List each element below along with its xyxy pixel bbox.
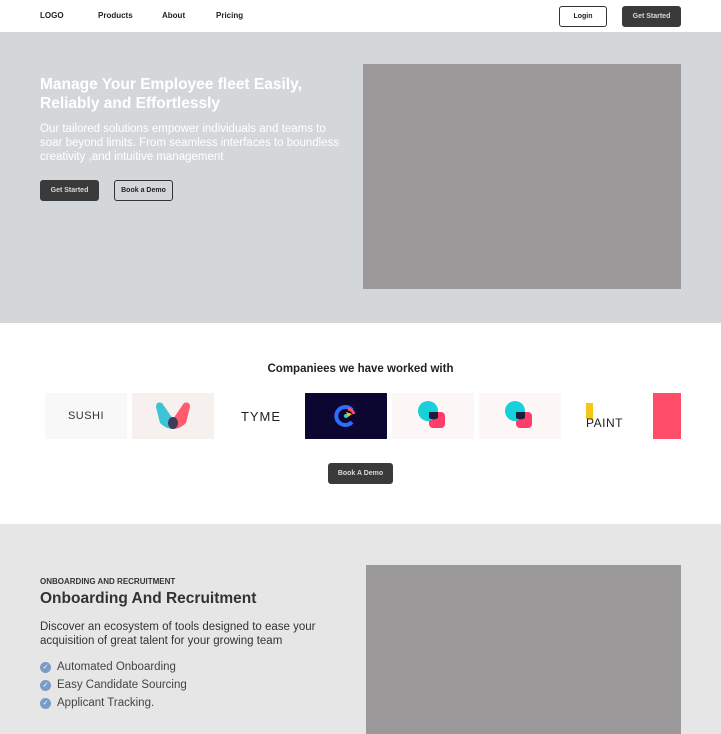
get-started-nav-button[interactable]: Get Started — [622, 6, 681, 27]
company-logo-sushi: SUSHI — [45, 393, 127, 439]
hero-subtitle: Our tailored solutions empower individua… — [40, 123, 340, 163]
check-icon: ✓ — [40, 697, 51, 709]
company-logo-m — [132, 393, 214, 439]
onboarding-image-placeholder — [366, 565, 681, 734]
company-logo-partial — [653, 393, 681, 439]
hero-image-placeholder — [363, 64, 681, 289]
m-logo-icon — [156, 402, 190, 429]
feature-label: Applicant Tracking. — [57, 697, 155, 709]
c-logo-icon — [334, 405, 356, 427]
company-logo-b-2 — [479, 393, 561, 439]
company-logo-paint: PAINT — [566, 393, 648, 439]
section-title: Onboarding And Recruitment — [40, 590, 257, 607]
nav-link-products[interactable]: Products — [98, 11, 133, 20]
hero-title: Manage Your Employee fleet Easily, Relia… — [40, 76, 302, 112]
check-icon: ✓ — [40, 661, 51, 673]
feature-label: Automated Onboarding — [57, 661, 176, 673]
onboarding-section: ONBOARDING AND RECRUITMENT Onboarding An… — [0, 524, 721, 734]
book-demo-hero-button[interactable]: Book a Demo — [114, 180, 173, 201]
top-navbar: LOGO Products About Pricing Login Get St… — [0, 0, 721, 32]
section-description: Discover an ecosystem of tools designed … — [40, 621, 316, 647]
feature-item: ✓ Easy Candidate Sourcing — [40, 679, 187, 691]
nav-link-about[interactable]: About — [162, 11, 185, 20]
companies-title: Companiees we have worked with — [267, 363, 454, 375]
feature-item: ✓ Automated Onboarding — [40, 661, 176, 673]
feature-label: Easy Candidate Sourcing — [57, 679, 187, 691]
company-logo-c — [305, 393, 387, 439]
company-logo-b-1 — [392, 393, 474, 439]
check-icon: ✓ — [40, 679, 51, 691]
book-a-demo-button[interactable]: Book A Demo — [328, 463, 393, 484]
nav-link-pricing[interactable]: Pricing — [216, 11, 243, 20]
feature-item: ✓ Applicant Tracking. — [40, 697, 154, 709]
section-eyebrow: ONBOARDING AND RECRUITMENT — [40, 577, 176, 586]
login-button[interactable]: Login — [559, 6, 607, 27]
get-started-hero-button[interactable]: Get Started — [40, 180, 99, 201]
logo[interactable]: LOGO — [40, 11, 64, 20]
b-logo-icon — [505, 401, 532, 428]
hero-section: Manage Your Employee fleet Easily, Relia… — [0, 32, 721, 323]
b-logo-icon — [418, 401, 445, 428]
company-logo-tyme: TYME — [220, 393, 302, 439]
